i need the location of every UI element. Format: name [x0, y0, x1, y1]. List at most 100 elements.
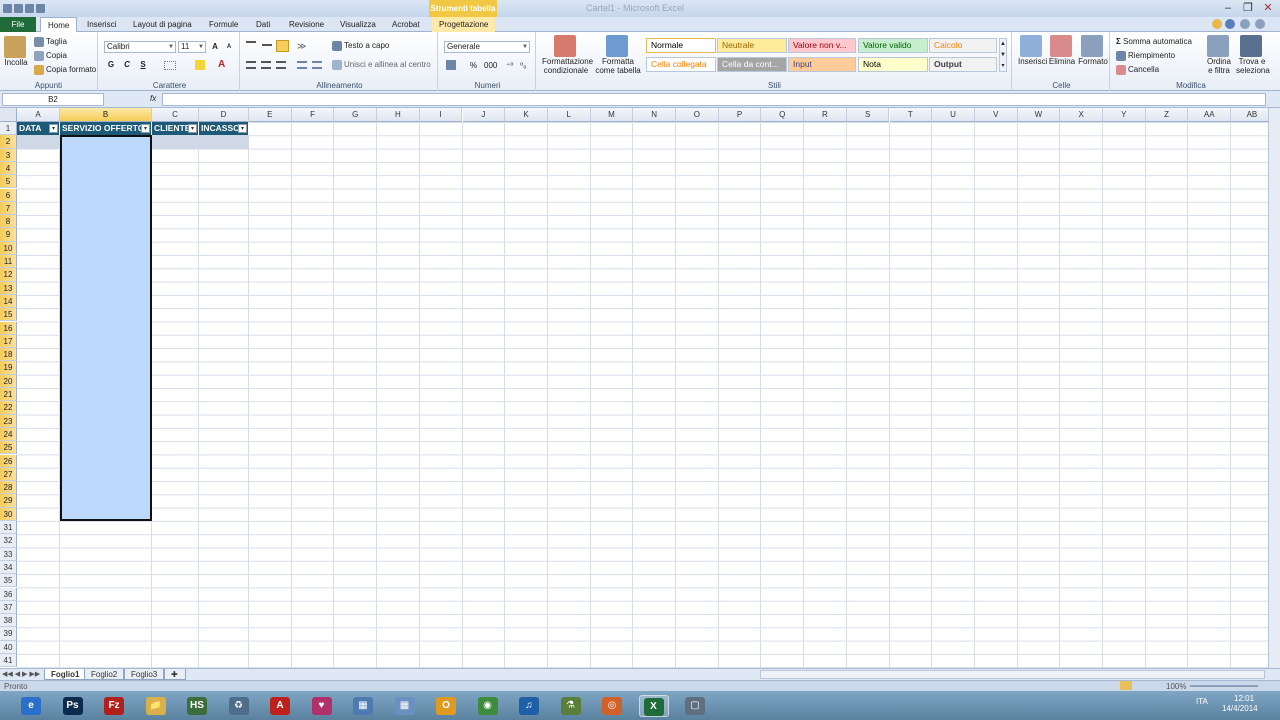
- tab-view[interactable]: Visualizza: [333, 17, 383, 32]
- selected-range[interactable]: [60, 135, 152, 522]
- row-header-40[interactable]: 40: [0, 640, 17, 654]
- taskbar-app-9[interactable]: ▦: [390, 695, 420, 717]
- clear-button[interactable]: Cancella: [1116, 65, 1159, 75]
- tray-language[interactable]: ITA: [1196, 697, 1208, 706]
- tab-design[interactable]: Progettazione: [432, 17, 496, 32]
- row-header-34[interactable]: 34: [0, 560, 17, 575]
- style-calcolo[interactable]: Calcolo: [929, 38, 997, 53]
- row-header-17[interactable]: 17: [0, 334, 17, 349]
- row-header-39[interactable]: 39: [0, 627, 17, 641]
- tab-page-layout[interactable]: Layout di pagina: [126, 17, 199, 32]
- taskbar-app-12[interactable]: ♫: [514, 695, 544, 717]
- wrap-text-button[interactable]: Testo a capo: [332, 41, 389, 51]
- column-header-w[interactable]: W: [1017, 108, 1061, 122]
- row-header-29[interactable]: 29: [0, 494, 17, 508]
- row-header-10[interactable]: 10: [0, 241, 17, 255]
- column-header-q[interactable]: Q: [761, 108, 805, 122]
- column-header-j[interactable]: J: [462, 108, 506, 122]
- horizontal-scrollbar[interactable]: [760, 670, 1265, 679]
- column-header-u[interactable]: U: [932, 108, 975, 122]
- row-header-32[interactable]: 32: [0, 534, 17, 548]
- table-header-cell[interactable]: SERVIZIO OFFERTO ▾: [60, 122, 152, 136]
- taskbar-app-10[interactable]: O: [431, 695, 461, 717]
- doc-close-icon[interactable]: [1255, 19, 1265, 29]
- table-header-cell[interactable]: CLIENTE ▾: [152, 122, 199, 136]
- increase-decimal-icon[interactable]: ⁺⁰: [506, 61, 513, 70]
- percent-button[interactable]: %: [470, 61, 477, 70]
- column-header-r[interactable]: R: [804, 108, 847, 122]
- taskbar-app-6[interactable]: A: [265, 695, 295, 717]
- fill-color-icon[interactable]: [195, 60, 205, 70]
- select-all-corner[interactable]: [0, 108, 17, 122]
- tab-insert[interactable]: Inserisci: [80, 17, 123, 32]
- filter-dropdown-icon[interactable]: ▾: [141, 124, 150, 133]
- paste-button[interactable]: Incolla: [4, 36, 28, 67]
- borders-icon[interactable]: [164, 61, 176, 70]
- sheet-nav-arrows-icon[interactable]: ◀◀ ◀ ▶ ▶▶: [2, 670, 40, 678]
- row-header-13[interactable]: 13: [0, 281, 17, 295]
- zoom-level[interactable]: 100%: [1166, 682, 1186, 691]
- row-header-24[interactable]: 24: [0, 427, 17, 442]
- taskbar-app-5[interactable]: ♻: [224, 695, 254, 717]
- style-valore-non-valido[interactable]: Valore non v...: [788, 38, 856, 53]
- row-header-9[interactable]: 9: [0, 228, 17, 242]
- save-icon[interactable]: [14, 4, 23, 13]
- column-header-e[interactable]: E: [249, 108, 292, 122]
- find-select-button[interactable]: Trova e seleziona: [1236, 35, 1270, 75]
- taskbar-app-8[interactable]: ▦: [348, 695, 378, 717]
- row-header-2[interactable]: 2: [0, 135, 17, 149]
- sheet-tab-foglio3[interactable]: Foglio3: [124, 669, 165, 680]
- row-header-4[interactable]: 4: [0, 161, 17, 176]
- taskbar-app-4[interactable]: HS: [182, 695, 212, 717]
- column-header-l[interactable]: L: [547, 108, 591, 122]
- column-header-i[interactable]: I: [419, 108, 463, 122]
- column-header-f[interactable]: F: [291, 108, 335, 122]
- tab-data[interactable]: Dati: [249, 17, 277, 32]
- row-header-18[interactable]: 18: [0, 348, 17, 362]
- taskbar-app-2[interactable]: Fz: [99, 695, 129, 717]
- undo-icon[interactable]: [25, 4, 34, 13]
- currency-icon[interactable]: [446, 60, 456, 70]
- column-header-t[interactable]: T: [889, 108, 933, 122]
- row-header-27[interactable]: 27: [0, 467, 17, 482]
- filter-dropdown-icon[interactable]: ▾: [188, 124, 197, 133]
- format-cells-button[interactable]: Formato: [1078, 35, 1108, 66]
- align-middle-icon[interactable]: [262, 44, 272, 46]
- vertical-scrollbar[interactable]: [1268, 108, 1280, 668]
- font-color-icon[interactable]: A: [218, 59, 225, 70]
- column-header-x[interactable]: X: [1060, 108, 1103, 122]
- style-normale[interactable]: Normale: [646, 38, 716, 53]
- style-nota[interactable]: Nota: [858, 57, 928, 72]
- row-header-22[interactable]: 22: [0, 401, 17, 415]
- taskbar-app-11[interactable]: ◉: [473, 695, 503, 717]
- row-header-15[interactable]: 15: [0, 308, 17, 322]
- format-as-table-button[interactable]: Formatta come tabella: [592, 35, 644, 75]
- delete-cells-button[interactable]: Elimina: [1048, 35, 1076, 66]
- style-cella-da-controllare[interactable]: Cella da cont...: [717, 57, 787, 72]
- row-header-12[interactable]: 12: [0, 268, 17, 282]
- underline-button[interactable]: S: [136, 59, 150, 71]
- row-header-30[interactable]: 30: [0, 507, 17, 521]
- column-header-z[interactable]: Z: [1145, 108, 1189, 122]
- taskbar-app-15[interactable]: X: [638, 695, 669, 717]
- row-header-20[interactable]: 20: [0, 374, 17, 388]
- table-header-cell[interactable]: DATA ▾: [17, 122, 60, 136]
- taskbar-app-3[interactable]: 📁: [141, 695, 171, 717]
- sheet-tab-foglio1[interactable]: Foglio1: [44, 669, 87, 680]
- row-header-26[interactable]: 26: [0, 454, 17, 468]
- row-header-36[interactable]: 36: [0, 587, 17, 601]
- bold-button[interactable]: G: [104, 59, 118, 71]
- tab-review[interactable]: Revisione: [282, 17, 331, 32]
- tab-formulas[interactable]: Formule: [202, 17, 245, 32]
- row-header-37[interactable]: 37: [0, 600, 17, 615]
- decrease-decimal-icon[interactable]: ⁰₀: [520, 61, 527, 70]
- zoom-slider[interactable]: [1190, 685, 1258, 687]
- column-header-v[interactable]: V: [974, 108, 1018, 122]
- shrink-font-icon[interactable]: A: [222, 41, 236, 53]
- close-button[interactable]: ✕: [1258, 1, 1278, 15]
- formula-input[interactable]: [162, 93, 1266, 106]
- autosum-button[interactable]: Σ Somma automatica: [1116, 37, 1192, 46]
- row-header-1[interactable]: 1: [0, 122, 17, 136]
- taskbar-app-16[interactable]: ▢: [680, 695, 710, 717]
- row-header-5[interactable]: 5: [0, 175, 17, 189]
